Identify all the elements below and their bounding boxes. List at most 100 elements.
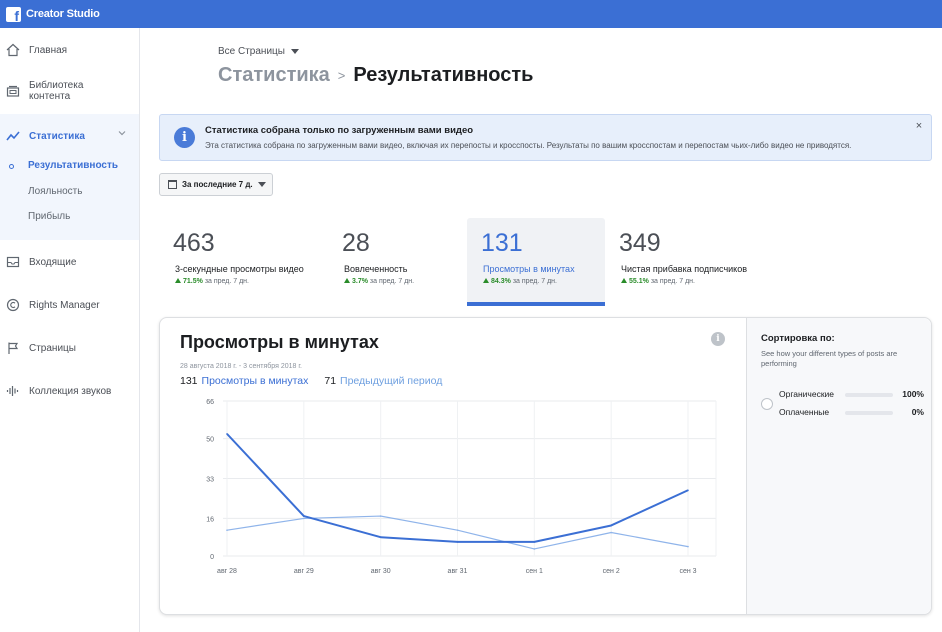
sidebar-item-label: Главная [29, 44, 68, 56]
period-label: За последние 7 д. [182, 180, 253, 189]
x-tick-label: сен 2 [603, 568, 620, 575]
sidebar-subitem-earnings[interactable]: Прибыль [0, 211, 139, 222]
arrow-up-icon [483, 278, 489, 283]
sort-row-value: 100% [902, 389, 924, 399]
point-previous [610, 531, 612, 534]
metric-delta: 3.7% за пред. 7 дн. [344, 278, 414, 285]
x-tick-label: сен 1 [526, 568, 543, 575]
breadcrumb: Статистика > Результативность [218, 64, 533, 87]
insights-icon [5, 128, 21, 144]
y-tick-label: 0 [210, 554, 214, 561]
point-main [303, 515, 305, 517]
metric-value: 28 [342, 229, 370, 257]
point-previous [226, 529, 228, 531]
sidebar-item-pages[interactable]: Страницы [0, 340, 139, 356]
delta-suffix: за пред. 7 дн. [369, 278, 415, 285]
chart-card: Просмотры в минутах i 28 августа 2018 г.… [159, 317, 932, 615]
flag-icon [5, 340, 21, 356]
breadcrumb-parent[interactable]: Статистика [218, 64, 330, 87]
sidebar-subitem-performance[interactable]: Результативность [0, 160, 139, 171]
point-main [456, 541, 459, 543]
metric-label: 3-секундные просмотры видео [175, 264, 304, 274]
point-previous [533, 548, 536, 550]
inbox-icon [5, 254, 21, 270]
sort-row-label: Органические [779, 389, 835, 399]
calendar-icon [168, 180, 177, 189]
sidebar-item-label: Библиотека контента [29, 80, 84, 102]
metric-delta: 84.3% за пред. 7 дн. [483, 278, 557, 285]
metric-3s-views[interactable]: 463 3-секундные просмотры видео 71.5% за… [159, 218, 311, 306]
chevron-down-icon[interactable] [118, 129, 126, 140]
point-previous [687, 545, 689, 548]
sidebar-item-home[interactable]: Главная [0, 42, 139, 58]
x-tick-label: авг 31 [448, 568, 468, 575]
sidebar-item-label: Страницы [29, 342, 76, 354]
copyright-icon [5, 297, 21, 313]
sort-row-organic[interactable]: Органические 100% [779, 389, 924, 401]
delta-suffix: за пред. 7 дн. [204, 278, 249, 285]
sidebar-item-insights[interactable]: Статистика [0, 128, 139, 144]
sidebar-subitem-loyalty[interactable]: Лояльность [0, 186, 139, 197]
metric-label: Чистая прибавка подписчиков [621, 264, 747, 274]
sidebar-item-sound-collection[interactable]: Коллекция звуков [0, 383, 139, 399]
point-previous [456, 529, 459, 531]
banner-body: Эта статистика собрана по загруженным ва… [205, 141, 852, 150]
delta-value: 55.1% [629, 278, 649, 285]
x-tick-label: авг 29 [294, 568, 314, 575]
line-chart: 66 50 33 16 0авг 28 авг 29 авг 30 авг 31 сен 1 се… [206, 399, 717, 575]
point-main [687, 489, 689, 492]
metric-net-followers[interactable]: 349 Чистая прибавка подписчиков 55.1% за… [605, 218, 775, 306]
metric-engagement[interactable]: 28 Вовлеченность 3.7% за пред. 7 дн. [328, 218, 468, 306]
delta-value: 71.5% [183, 278, 203, 285]
arrow-up-icon [175, 278, 181, 283]
metric-label: Вовлеченность [344, 264, 408, 274]
arrow-up-icon [344, 278, 350, 283]
home-icon [5, 42, 21, 58]
top-bar: f Creator Studio [0, 0, 942, 28]
library-icon [5, 83, 21, 99]
pages-dropdown[interactable]: Все Страницы [218, 46, 299, 57]
y-tick-label: 16 [206, 516, 214, 523]
sidebar-subitem-label: Лояльность [28, 186, 83, 197]
sidebar-item-library[interactable]: Библиотека контента [0, 80, 139, 102]
y-tick-label: 66 [206, 399, 214, 406]
info-icon: i [174, 127, 195, 148]
metric-delta: 55.1% за пред. 7 дн. [621, 278, 695, 285]
active-dot-icon [9, 164, 14, 169]
close-icon[interactable]: × [913, 120, 925, 132]
sidebar: Главная Библиотека контента Статистика Р… [0, 28, 140, 632]
chart-area: Просмотры в минутах i 28 августа 2018 г.… [160, 318, 746, 614]
metric-value: 131 [481, 229, 523, 257]
metric-label: Просмотры в минутах [483, 264, 575, 274]
sidebar-subitem-label: Прибыль [28, 211, 71, 222]
sort-row-label: Оплаченные [779, 407, 830, 417]
sidebar-item-inbox[interactable]: Входящие [0, 254, 139, 270]
metric-minutes-viewed[interactable]: 131 Просмотры в минутах 84.3% за пред. 7… [467, 218, 605, 306]
pages-dropdown-label: Все Страницы [218, 46, 285, 57]
breadcrumb-separator: > [337, 68, 346, 83]
app-title[interactable]: Creator Studio [26, 8, 100, 20]
sort-panel: Сортировка по: See how your different ty… [746, 318, 931, 614]
delta-value: 84.3% [491, 278, 511, 285]
progress-track [845, 393, 893, 397]
metric-value: 349 [619, 229, 661, 257]
point-main [226, 433, 228, 435]
delta-suffix: за пред. 7 дн. [512, 278, 557, 285]
sidebar-item-label: Rights Manager [29, 299, 100, 311]
arrow-up-icon [621, 278, 627, 283]
sort-row-paid[interactable]: Оплаченные 0% [779, 407, 924, 419]
sort-radio[interactable] [761, 398, 773, 410]
sidebar-item-label: Входящие [29, 256, 77, 268]
sort-title: Сортировка по: [761, 333, 835, 344]
sidebar-item-label: Статистика [29, 130, 85, 142]
period-dropdown[interactable]: За последние 7 д. [159, 173, 273, 196]
delta-suffix: за пред. 7 дн. [650, 278, 695, 285]
x-tick-label: авг 28 [217, 568, 237, 575]
caret-down-icon [257, 182, 266, 187]
sidebar-item-label: Коллекция звуков [29, 385, 112, 397]
progress-track [845, 411, 893, 415]
y-tick-label: 50 [206, 437, 214, 444]
facebook-logo-icon[interactable]: f [6, 6, 21, 23]
sort-row-value: 0% [911, 407, 924, 417]
sidebar-item-rights-manager[interactable]: Rights Manager [0, 297, 139, 313]
